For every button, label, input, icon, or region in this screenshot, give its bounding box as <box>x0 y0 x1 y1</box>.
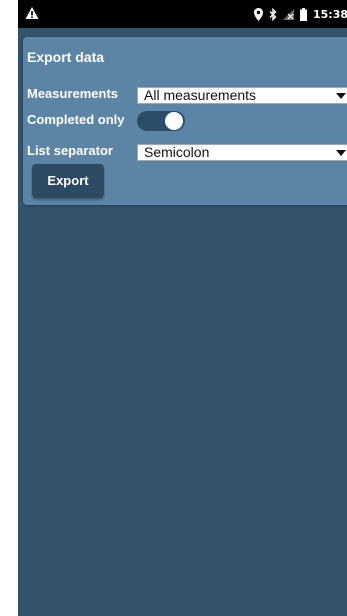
status-time: 15:38 <box>313 7 347 21</box>
chevron-down-icon <box>336 150 346 156</box>
measurements-dropdown-value: All measurements <box>144 87 257 103</box>
warning-icon <box>25 7 39 19</box>
export-data-panel: Export data Measurements All measurement… <box>23 37 347 205</box>
no-signal-icon <box>283 9 294 20</box>
toggle-knob <box>165 112 183 130</box>
battery-icon <box>300 7 307 21</box>
list-separator-dropdown-value: Semicolon <box>144 144 210 160</box>
app-screen: 15:38 Export data Measurements All measu… <box>18 0 347 616</box>
measurements-dropdown[interactable]: All measurements <box>137 87 347 104</box>
chevron-down-icon <box>336 93 346 99</box>
location-icon <box>254 7 263 21</box>
export-button[interactable]: Export <box>32 164 104 198</box>
completed-only-label: Completed only <box>27 112 125 127</box>
completed-only-toggle[interactable] <box>137 111 185 131</box>
list-separator-dropdown[interactable]: Semicolon <box>137 144 347 161</box>
status-bar: 15:38 <box>18 0 347 28</box>
measurements-label: Measurements <box>27 86 119 101</box>
panel-title: Export data <box>27 49 105 65</box>
list-separator-label: List separator <box>27 143 113 158</box>
bluetooth-icon <box>269 7 277 21</box>
